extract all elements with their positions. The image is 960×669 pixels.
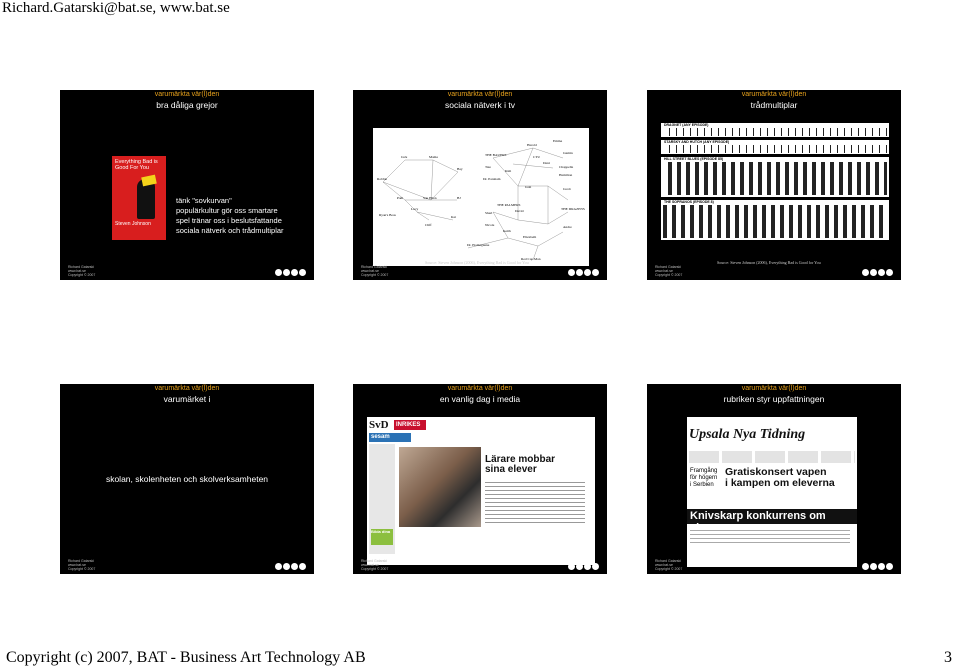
article-text: [690, 527, 850, 545]
svg-text:Sau Ellen: Sau Ellen: [423, 196, 437, 200]
svg-text:Cliff: Cliff: [425, 223, 432, 227]
bat-logo-icon: [568, 563, 599, 570]
slide-top-label: varumärkta vär(l)den: [741, 91, 807, 98]
slide-6: varumärkta vär(l)den rubriken styr uppfa…: [647, 384, 901, 574]
article-body: [485, 479, 585, 523]
source-note: Source: Steven Johnson (2006), Everythin…: [717, 260, 821, 265]
slide-footer: Richard Gatarski www.bat.se Copyright © 20…: [361, 265, 389, 277]
teaser-strip: [689, 451, 855, 463]
slide-title: varumärket i: [163, 394, 211, 404]
slide-5: varumärkta vär(l)den en vanlig dag i med…: [353, 384, 607, 574]
svg-text:Lucy: Lucy: [411, 207, 418, 211]
svg-text:Kim: Kim: [505, 169, 512, 173]
svg-text:Jasmin: Jasmin: [563, 151, 573, 155]
svg-text:THE BAUERS: THE BAUERS: [485, 153, 507, 157]
svg-text:Dr. Eismaguane: Dr. Eismaguane: [467, 243, 490, 247]
slide-top-label: varumärkta vär(l)den: [741, 385, 807, 392]
page-number: 3: [944, 649, 952, 666]
slide-4: varumärkta vär(l)den varumärket i skolan…: [60, 384, 314, 574]
svg-text:THE PALMERS: THE PALMERS: [497, 203, 521, 207]
headline-band: Knivskarp konkurrens om eleverna: [687, 509, 857, 534]
slide-title: bra dåliga grejor: [156, 100, 218, 110]
svg-text:THE DRAZENS: THE DRAZENS: [561, 207, 585, 211]
svg-text:Dr. Paraham: Dr. Paraham: [483, 177, 501, 181]
source-note: Source: Steven Johnson (2006), Everythin…: [425, 260, 529, 265]
newspaper-front-page: Upsala Nya Tidning Framgång för högern i S…: [687, 417, 857, 567]
slide-3: varumärkta vär(l)den trådmultiplar DRAGN…: [647, 90, 901, 280]
bat-logo-icon: [862, 269, 893, 276]
slide-title: trådmultiplar: [750, 100, 798, 110]
bullet-item: spel tränar oss i beslutsfattande: [176, 216, 282, 225]
bullet-list: tänk "sovkurvan" populärkultur gör oss s…: [176, 196, 284, 236]
svg-text:Mama: Mama: [429, 155, 438, 159]
main-headline: Gratiskonsert vapen i kampen om eleverna: [725, 466, 835, 489]
promo-tag: Bilda dina: [371, 529, 393, 545]
book-author: Steven Johnson: [115, 221, 151, 227]
article-photo: [399, 447, 481, 527]
bat-logo-icon: [275, 563, 306, 570]
slide-footer: Richard Gatarski www.bat.se Copyright © 20…: [68, 265, 96, 277]
svg-text:Kat: Kat: [451, 215, 456, 219]
svg-text:Hamilton: Hamilton: [559, 173, 572, 177]
bullet-item: tänk "sovkurvan": [176, 196, 232, 205]
bullet-item: skolan, skolenheten och skolverksamheten: [105, 474, 269, 484]
svd-logo: SvD: [369, 419, 389, 431]
svg-text:Robbie: Robbie: [377, 177, 388, 181]
slide-top-label: varumärkta vär(l)den: [447, 91, 513, 98]
search-logo: sesam: [369, 433, 411, 442]
slide-top-label: varumärkta vär(l)den: [154, 385, 220, 392]
slide-top-label: varumärkta vär(l)den: [447, 385, 513, 392]
article-headline: Lärare mobbar sina elever: [485, 454, 556, 475]
page-header: Richard.Gatarski@bat.se, www.bat.se: [2, 0, 230, 16]
svg-text:Chappelle: Chappelle: [559, 165, 574, 169]
svg-text:Jacob: Jacob: [563, 187, 571, 191]
svg-text:Keith: Keith: [503, 229, 511, 233]
slide-footer: Richard Gatarski www.bat.se Copyright © 20…: [68, 559, 96, 571]
bat-logo-icon: [568, 269, 599, 276]
slide-title: en vanlig dag i media: [439, 394, 521, 404]
bullet-item: populärkultur gör oss smartare: [176, 206, 278, 215]
show-row: STARSKY AND HUTCH (ANY EPISODE): [661, 140, 889, 154]
svg-text:Nicole: Nicole: [485, 223, 495, 227]
svg-text:David: David: [515, 209, 524, 213]
svg-text:Andre: Andre: [563, 225, 572, 229]
slide-2: varumärkta vär(l)den sociala nätverk i t…: [353, 90, 607, 280]
book-title: Everything Bad is Good For You: [115, 159, 158, 171]
section-label: INRIKES: [394, 420, 426, 430]
svg-text:Josh: Josh: [525, 185, 531, 189]
slide-footer: Richard Gatarski www.bat.se Copyright © 20…: [361, 559, 389, 571]
footer-copyright: Copyright (c) 2007, BAT - Business Art T…: [6, 649, 366, 666]
show-row: DRAGNET (ANY EPISODE): [661, 123, 889, 137]
svg-text:Bay: Bay: [457, 167, 463, 171]
svg-text:Ryan's Boss: Ryan's Boss: [379, 213, 397, 217]
thread-grid: DRAGNET (ANY EPISODE) STARSKY AND HUTCH …: [661, 123, 889, 243]
network-graph: Jack Mama Robbie Bay Pam Sau Ellen BJ Lu…: [377, 139, 585, 261]
newspaper-screenshot: SvD INRIKES sesam Bilda dina Lärare mobb…: [367, 417, 595, 565]
svg-text:Sheri: Sheri: [485, 211, 492, 215]
svg-text:Dani: Dani: [543, 161, 550, 165]
svg-text:Jack: Jack: [401, 155, 407, 159]
slide-top-label: varumärkta vär(l)den: [154, 91, 220, 98]
show-row: HILL STREET BLUES (EPISODE 85): [661, 157, 889, 197]
svg-text:BJ: BJ: [457, 196, 461, 200]
show-row: THE SOPRANOS (EPISODE 8): [661, 200, 889, 240]
svg-text:Pam: Pam: [397, 196, 404, 200]
bat-logo-icon: [275, 269, 306, 276]
side-headline: Framgång för högern i Serbien: [690, 468, 718, 488]
slide-footer: Richard Gatarski www.bat.se Copyright © 20…: [655, 559, 683, 571]
svg-text:Emma: Emma: [553, 139, 563, 143]
book-cover: Everything Bad is Good For You Steven Jo…: [112, 156, 166, 240]
bat-logo-icon: [862, 563, 893, 570]
svg-text:Tate: Tate: [485, 165, 491, 169]
bullet-item: sociala nätverk och trådmultiplar: [176, 226, 284, 235]
svg-text:Harold: Harold: [527, 143, 537, 147]
slide-title: sociala nätverk i tv: [445, 100, 515, 110]
network-diagram: Jack Mama Robbie Bay Pam Sau Ellen BJ Lu…: [373, 128, 589, 266]
masthead: Upsala Nya Tidning: [689, 427, 806, 442]
slide-1: varumärkta vär(l)den bra dåliga grejor E…: [60, 90, 314, 280]
slide-footer: Richard Gatarski www.bat.se Copyright © 20…: [655, 265, 683, 277]
svg-text:CTU: CTU: [533, 155, 540, 159]
svg-text:Elizabeth: Elizabeth: [523, 235, 536, 239]
slide-title: rubriken styr uppfattningen: [723, 394, 825, 404]
